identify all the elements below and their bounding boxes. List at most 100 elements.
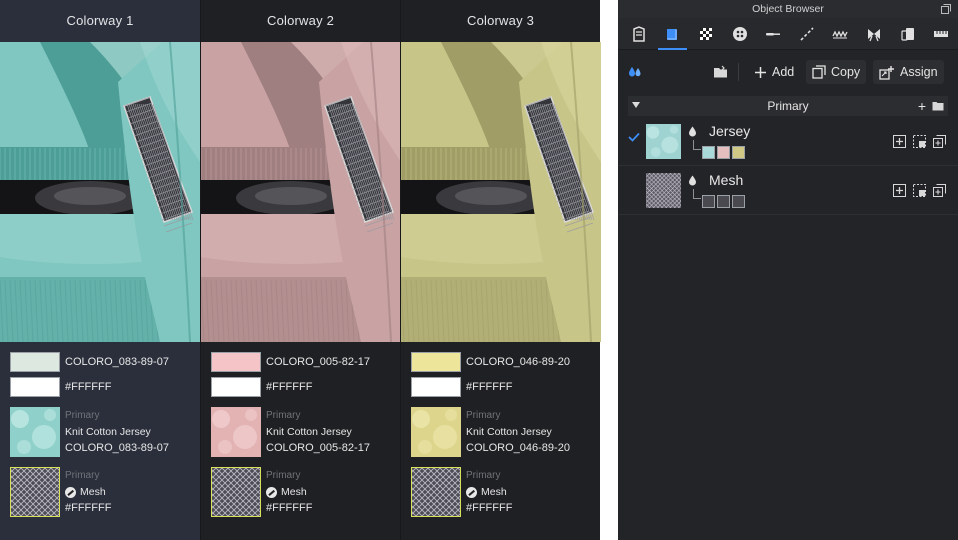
tab-ruler[interactable] bbox=[924, 18, 958, 50]
open-folder-icon[interactable] bbox=[713, 65, 728, 79]
material-category: Primary bbox=[466, 410, 501, 421]
select-garment-icon[interactable] bbox=[913, 184, 926, 197]
mesh-material-icon bbox=[266, 486, 277, 498]
tab-button[interactable] bbox=[723, 18, 757, 50]
material-category: Primary bbox=[266, 470, 301, 481]
fabric-item-jersey[interactable]: Jersey bbox=[618, 118, 958, 166]
duplicate-icon[interactable] bbox=[933, 184, 946, 197]
colorway-drops-icon[interactable] bbox=[628, 65, 642, 79]
material-thumbnail[interactable] bbox=[411, 467, 461, 517]
fabric-actions bbox=[893, 135, 946, 148]
tab-checker[interactable] bbox=[689, 18, 723, 50]
material-name: Mesh bbox=[281, 486, 307, 498]
colorway-title[interactable]: Colorway 3 bbox=[401, 0, 600, 42]
plus-icon bbox=[755, 66, 766, 78]
material-color-code: COLORO_083-89-07 bbox=[65, 442, 169, 454]
material-thumbnail[interactable] bbox=[10, 407, 60, 457]
mesh-material-icon bbox=[65, 486, 76, 498]
material-color-code: COLORO_046-89-20 bbox=[466, 442, 570, 454]
copy-button[interactable]: Copy bbox=[806, 60, 867, 84]
colorway-swatch[interactable] bbox=[732, 195, 745, 208]
colorway-swatch[interactable] bbox=[717, 195, 730, 208]
colorway-title[interactable]: Colorway 2 bbox=[201, 0, 400, 42]
mesh-material-icon bbox=[466, 486, 477, 498]
color-chip[interactable] bbox=[411, 352, 461, 372]
color-swatch-row[interactable]: #FFFFFF bbox=[411, 377, 512, 397]
tab-garment[interactable] bbox=[622, 18, 656, 50]
color-chip[interactable] bbox=[10, 377, 60, 397]
colorway-title[interactable]: Colorway 1 bbox=[0, 0, 200, 42]
tab-bow[interactable] bbox=[857, 18, 891, 50]
tab-fabric[interactable] bbox=[656, 18, 690, 50]
color-chip[interactable] bbox=[211, 352, 261, 372]
material-color-code: COLORO_005-82-17 bbox=[266, 442, 370, 454]
material-thumbnail[interactable] bbox=[10, 467, 60, 517]
select-garment-icon[interactable] bbox=[913, 135, 926, 148]
copy-icon bbox=[812, 65, 826, 79]
colorway-swatch[interactable] bbox=[702, 195, 715, 208]
material-row-jersey[interactable]: Primary Knit Cotton Jersey COLORO_083-89… bbox=[10, 407, 169, 457]
material-name: Knit Cotton Jersey bbox=[266, 426, 352, 438]
material-row-mesh[interactable]: Primary Mesh #FFFFFF bbox=[211, 467, 312, 517]
material-row-jersey[interactable]: Primary Knit Cotton Jersey COLORO_005-82… bbox=[211, 407, 370, 457]
fabric-thumbnail[interactable] bbox=[646, 124, 681, 159]
add-square-icon[interactable] bbox=[893, 184, 906, 197]
colorway-column-1[interactable]: Colorway 1 COLORO_083-89-07 #FFFFFF Prim… bbox=[0, 0, 200, 540]
object-toolbar: Add Copy Assign bbox=[618, 56, 958, 88]
tab-trim[interactable] bbox=[891, 18, 925, 50]
material-thumbnail[interactable] bbox=[211, 407, 261, 457]
topstitch-icon bbox=[800, 26, 814, 41]
colorway-column-2[interactable]: Colorway 2 COLORO_005-82-17 #FFFFFF Prim… bbox=[200, 0, 401, 540]
material-name: Knit Cotton Jersey bbox=[65, 426, 151, 438]
garment-render bbox=[201, 42, 401, 342]
colorway-swatches bbox=[702, 195, 745, 208]
color-swatch-row[interactable]: COLORO_046-89-20 bbox=[411, 352, 570, 372]
colorway-swatch[interactable] bbox=[702, 146, 715, 159]
panel-title: Object Browser bbox=[752, 3, 824, 15]
assign-icon bbox=[879, 65, 894, 80]
color-chip[interactable] bbox=[411, 377, 461, 397]
material-name: Mesh bbox=[80, 486, 106, 498]
fabric-icon bbox=[667, 28, 678, 40]
drop-icon bbox=[689, 126, 696, 137]
material-thumbnail[interactable] bbox=[411, 407, 461, 457]
add-square-icon[interactable] bbox=[893, 135, 906, 148]
fabric-actions bbox=[893, 184, 946, 197]
material-row-mesh[interactable]: Primary Mesh #FFFFFF bbox=[10, 467, 111, 517]
zipper-icon bbox=[832, 30, 848, 38]
tab-zipper[interactable] bbox=[824, 18, 858, 50]
material-thumbnail[interactable] bbox=[211, 467, 261, 517]
bow-icon bbox=[867, 28, 880, 41]
restore-window-icon[interactable] bbox=[940, 3, 952, 15]
fabric-thumbnail[interactable] bbox=[646, 173, 681, 208]
colorway-swatch[interactable] bbox=[732, 146, 745, 159]
color-code: COLORO_083-89-07 bbox=[65, 356, 169, 368]
color-swatch-row[interactable]: #FFFFFF bbox=[211, 377, 312, 397]
colorway-swatches bbox=[702, 146, 745, 159]
trim-icon bbox=[900, 27, 914, 41]
assign-button[interactable]: Assign bbox=[873, 60, 944, 84]
color-swatch-row[interactable]: #FFFFFF bbox=[10, 377, 111, 397]
fabric-name[interactable]: Jersey bbox=[709, 123, 750, 139]
link-line bbox=[693, 140, 701, 150]
section-folder-icon[interactable] bbox=[932, 100, 944, 111]
assign-button-label: Assign bbox=[900, 65, 938, 79]
color-code: COLORO_046-89-20 bbox=[466, 356, 570, 368]
colorway-column-3[interactable]: Colorway 3 COLORO_046-89-20 #FFFFFF Prim… bbox=[400, 0, 601, 540]
color-swatch-row[interactable]: COLORO_005-82-17 bbox=[211, 352, 370, 372]
color-chip[interactable] bbox=[10, 352, 60, 372]
material-row-jersey[interactable]: Primary Knit Cotton Jersey COLORO_046-89… bbox=[411, 407, 570, 457]
color-chip[interactable] bbox=[211, 377, 261, 397]
duplicate-icon[interactable] bbox=[933, 135, 946, 148]
section-header-primary[interactable]: Primary + bbox=[628, 96, 948, 116]
colorway-swatch[interactable] bbox=[717, 146, 730, 159]
checkmark-icon bbox=[628, 132, 640, 142]
tab-topstitch[interactable] bbox=[790, 18, 824, 50]
material-row-mesh[interactable]: Primary Mesh #FFFFFF bbox=[411, 467, 512, 517]
tab-buttonhole[interactable] bbox=[756, 18, 790, 50]
fabric-name[interactable]: Mesh bbox=[709, 172, 743, 188]
color-swatch-row[interactable]: COLORO_083-89-07 bbox=[10, 352, 169, 372]
add-button[interactable]: Add bbox=[748, 60, 800, 84]
fabric-item-mesh[interactable]: Mesh bbox=[618, 167, 958, 215]
add-to-section-icon[interactable]: + bbox=[918, 97, 926, 115]
